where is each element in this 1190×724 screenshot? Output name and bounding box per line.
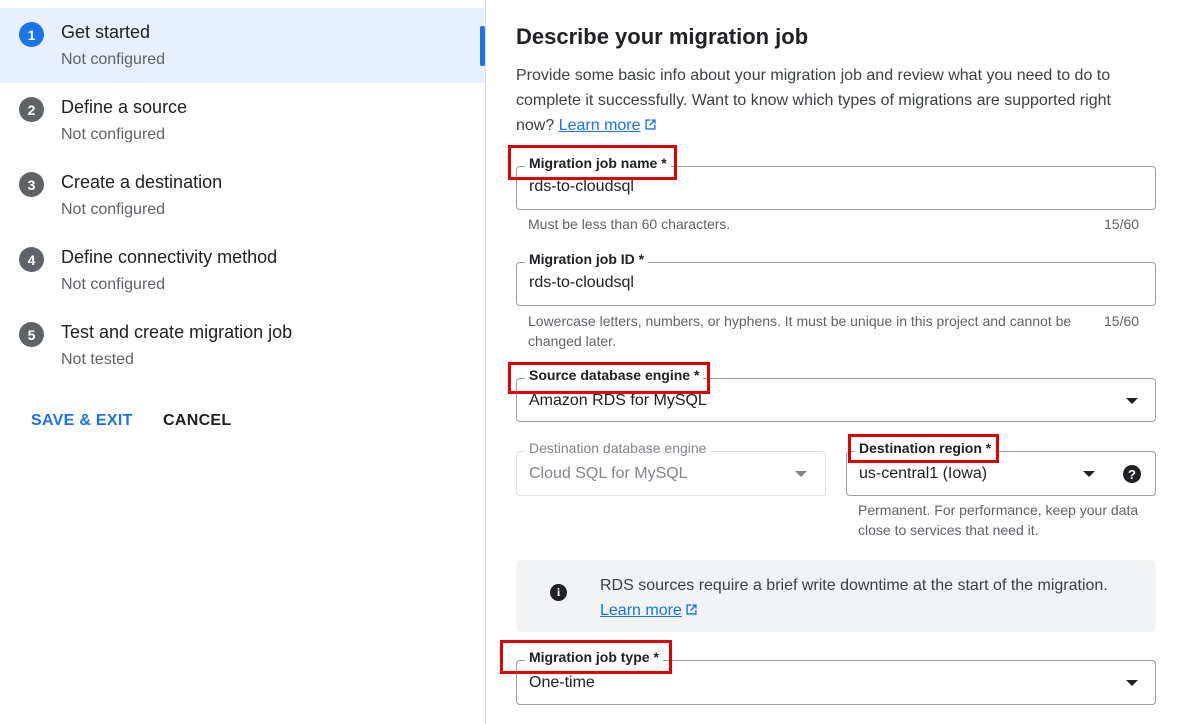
step-create-destination[interactable]: 3 Create a destination Not configured <box>0 158 485 233</box>
migration-job-name-counter: 15/60 <box>1104 216 1140 232</box>
chevron-down-icon <box>1083 471 1095 477</box>
step-number-badge: 2 <box>19 97 44 122</box>
step-number-badge: 1 <box>19 22 44 47</box>
chevron-down-icon <box>1126 680 1138 686</box>
external-link-icon <box>644 119 656 130</box>
migration-job-id-label: Migration job ID * <box>525 251 649 267</box>
notice-text: RDS sources require a brief write downti… <box>600 577 1108 594</box>
step-status: Not configured <box>61 126 166 143</box>
external-link-icon <box>686 604 697 615</box>
help-icon[interactable]: ? <box>1123 465 1141 483</box>
cancel-button[interactable]: CANCEL <box>163 412 231 430</box>
migration-job-name-field[interactable]: Migration job name * rds-to-cloudsql <box>516 155 1156 210</box>
migration-job-name-hint: Must be less than 60 characters. <box>528 216 731 232</box>
migration-job-id-counter: 15/60 <box>1104 313 1140 329</box>
destination-region-hint: Permanent. For performance, keep your da… <box>858 502 1139 538</box>
step-get-started[interactable]: 1 Get started Not configured <box>0 8 485 83</box>
step-number-badge: 5 <box>19 322 44 347</box>
migration-job-id-hint: Lowercase letters, numbers, or hyphens. … <box>528 313 1072 349</box>
migration-job-type-select[interactable]: Migration job type * One-time <box>516 649 1156 705</box>
destination-database-engine-value: Cloud SQL for MySQL <box>529 465 688 482</box>
step-status: Not configured <box>61 276 166 293</box>
step-title: Create a destination <box>61 172 223 192</box>
stepper-sidebar: 1 Get started Not configured 2 Define a … <box>0 0 486 724</box>
step-connectivity-method[interactable]: 4 Define connectivity method Not configu… <box>0 233 485 308</box>
learn-more-link[interactable]: Learn more <box>559 117 657 134</box>
migration-job-type-label: Migration job type * <box>525 649 663 665</box>
migration-job-type-value: One-time <box>529 674 595 691</box>
step-status: Not configured <box>61 201 166 218</box>
step-define-source[interactable]: 2 Define a source Not configured <box>0 83 485 158</box>
migration-job-id-value: rds-to-cloudsql <box>529 274 634 291</box>
notice-content: RDS sources require a brief write downti… <box>600 573 1108 623</box>
migration-job-id-field[interactable]: Migration job ID * rds-to-cloudsql <box>516 251 1156 306</box>
step-title: Define connectivity method <box>61 247 278 267</box>
destination-region-label: Destination region * <box>855 440 996 456</box>
chevron-down-icon <box>1126 398 1138 404</box>
save-and-exit-button[interactable]: SAVE & EXIT <box>31 412 133 430</box>
main-panel: Describe your migration job Provide some… <box>487 0 1190 724</box>
learn-more-link-label: Learn more <box>558 117 641 134</box>
step-title: Get started <box>61 22 151 42</box>
destination-region-select[interactable]: Destination region * us-central1 (Iowa) … <box>846 440 1156 496</box>
step-status: Not configured <box>61 51 166 68</box>
notice-learn-more-label: Learn more <box>600 602 682 619</box>
destination-region-value: us-central1 (Iowa) <box>859 465 988 482</box>
source-database-engine-value: Amazon RDS for MySQL <box>529 392 707 409</box>
migration-job-name-value: rds-to-cloudsql <box>529 178 634 195</box>
active-step-indicator <box>480 26 485 66</box>
source-database-engine-label: Source database engine * <box>525 367 704 383</box>
destination-database-engine-select: Destination database engine Cloud SQL fo… <box>516 440 826 496</box>
step-number-badge: 3 <box>19 172 44 197</box>
info-notice: i RDS sources require a brief write down… <box>516 560 1156 632</box>
intro-paragraph: Provide some basic info about your migra… <box>516 63 1146 138</box>
source-database-engine-select[interactable]: Source database engine * Amazon RDS for … <box>516 367 1156 422</box>
destination-database-engine-label: Destination database engine <box>525 440 711 456</box>
step-title: Test and create migration job <box>61 322 293 342</box>
migration-job-name-label: Migration job name * <box>525 155 671 171</box>
step-test-and-create[interactable]: 5 Test and create migration job Not test… <box>0 308 485 383</box>
info-icon: i <box>550 584 567 601</box>
notice-learn-more-link[interactable]: Learn more <box>600 602 698 619</box>
chevron-down-icon <box>795 471 807 477</box>
step-number-badge: 4 <box>19 247 44 272</box>
step-title: Define a source <box>61 97 188 117</box>
page-title: Describe your migration job <box>516 24 809 49</box>
step-status: Not tested <box>61 351 134 368</box>
